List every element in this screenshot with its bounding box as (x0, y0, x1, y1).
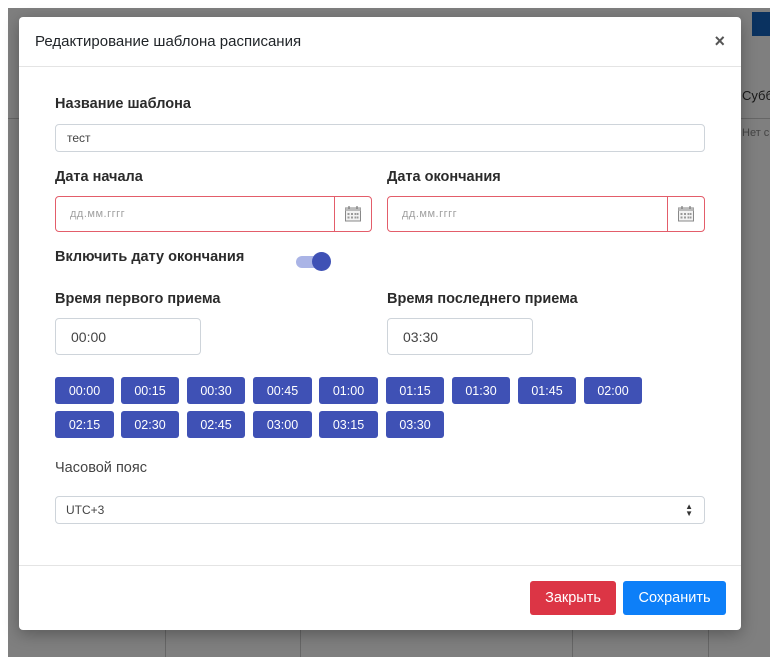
enable-end-date-toggle[interactable] (296, 251, 332, 271)
time-slot-chip[interactable]: 01:00 (319, 377, 378, 404)
template-name-input[interactable]: тест (55, 124, 705, 152)
first-time-input[interactable]: 00:00 (55, 318, 201, 355)
save-button[interactable]: Сохранить (623, 581, 726, 615)
time-slot-chip[interactable]: 03:00 (253, 411, 312, 438)
start-date-label: Дата начала (55, 169, 143, 185)
time-slot-chip[interactable]: 01:30 (452, 377, 510, 404)
timezone-label: Часовой пояс (55, 460, 147, 476)
modal-footer: Закрыть Сохранить (19, 565, 741, 630)
last-time-input[interactable]: 03:30 (387, 318, 533, 355)
toggle-knob (312, 252, 331, 271)
time-slot-chip[interactable]: 00:30 (187, 377, 245, 404)
enable-end-date-label: Включить дату окончания (55, 249, 245, 265)
last-time-value: 03:30 (403, 328, 439, 345)
time-slot-chip[interactable]: 01:15 (386, 377, 444, 404)
select-arrows-icon: ▲ ▼ (685, 502, 693, 518)
start-date-input[interactable]: дд.мм.гггг (55, 196, 372, 232)
close-icon[interactable]: × (714, 31, 725, 52)
time-slot-chip[interactable]: 00:00 (55, 377, 114, 404)
timezone-select[interactable]: UTC+3 ▲ ▼ (55, 496, 705, 524)
time-slot-chip[interactable]: 02:45 (187, 411, 245, 438)
calendar-icon (678, 206, 694, 222)
time-slot-chip[interactable]: 00:45 (253, 377, 312, 404)
first-time-value: 00:00 (71, 328, 107, 345)
calendar-icon (345, 206, 361, 222)
template-name-label: Название шаблона (55, 96, 191, 112)
first-time-label: Время первого приема (55, 291, 221, 307)
edit-schedule-template-modal: Редактирование шаблона расписания × Назв… (19, 17, 741, 630)
modal-header: Редактирование шаблона расписания × (19, 17, 741, 67)
template-name-value: тест (67, 131, 91, 145)
time-slot-chip[interactable]: 00:15 (121, 377, 179, 404)
close-button[interactable]: Закрыть (530, 581, 616, 615)
end-date-placeholder: дд.мм.гггг (402, 208, 458, 220)
backdrop-edge (0, 0, 8, 657)
end-date-label: Дата окончания (387, 169, 501, 185)
time-slot-chip[interactable]: 02:15 (55, 411, 114, 438)
modal-title: Редактирование шаблона расписания (35, 33, 302, 50)
time-slot-chip[interactable]: 03:30 (386, 411, 444, 438)
last-time-label: Время последнего приема (387, 291, 578, 307)
timezone-value: UTC+3 (66, 503, 105, 517)
time-slot-chip[interactable]: 02:30 (121, 411, 179, 438)
backdrop-edge (0, 0, 770, 8)
time-slot-chip[interactable]: 01:45 (518, 377, 576, 404)
time-slot-chip[interactable]: 03:15 (319, 411, 378, 438)
start-date-placeholder: дд.мм.гггг (70, 208, 126, 220)
end-date-input[interactable]: дд.мм.гггг (387, 196, 705, 232)
end-date-calendar-button[interactable] (667, 197, 704, 231)
start-date-calendar-button[interactable] (334, 197, 371, 231)
time-slot-chip[interactable]: 02:00 (584, 377, 642, 404)
